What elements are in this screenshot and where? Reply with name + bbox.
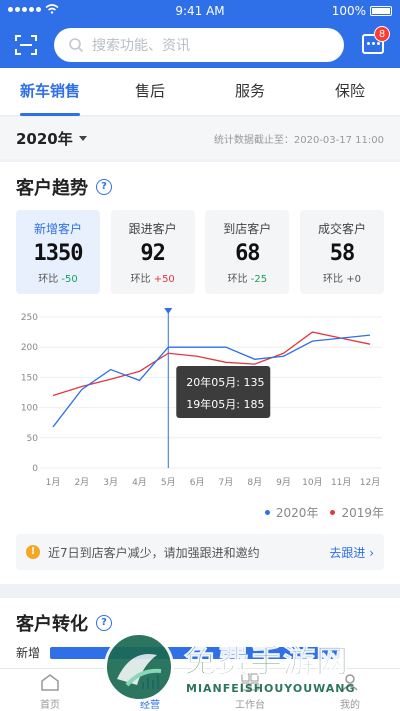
nav-label: 首页 (40, 700, 60, 711)
stat-label: 到店客户 (223, 222, 272, 236)
x-tick-label: 5月 (161, 477, 176, 488)
x-tick-label: 9月 (276, 477, 291, 488)
trend-title: 客户趋势 (16, 178, 88, 199)
message-badge: 8 (374, 26, 390, 42)
search-input[interactable]: 搜索功能、资讯 (54, 28, 344, 62)
section-title: 客户趋势 ? (16, 174, 112, 200)
year-value: 2020年 (16, 129, 73, 148)
trend-line-chart[interactable]: 0 50 100 150 200 250 1月 2月 3月 4月 5月 6月 7月 8月 9月 10月 11月 1… (0, 304, 400, 500)
search-icon (69, 38, 84, 53)
tab-service[interactable]: 服务 (200, 68, 300, 115)
scan-icon[interactable] (14, 33, 38, 57)
y-tick-label: 100 (21, 404, 38, 414)
site-watermark: 免费手游网 MIANFEISHOUYOUWANG (104, 632, 394, 708)
x-tick-label: 3月 (103, 477, 118, 488)
stat-followup-customers[interactable]: 跟进客户 92 环比 +50 (110, 210, 195, 294)
y-tick-label: 50 (27, 434, 39, 444)
data-as-of: 统计数据截止至：2020-03-17 11:00 (213, 134, 384, 146)
x-tick-label: 6月 (190, 477, 205, 488)
conversion-row-label: 新增 (16, 646, 41, 660)
y-tick-label: 250 (21, 313, 38, 323)
watermark-title: 免费手游网 (183, 642, 350, 681)
top-header: 搜索功能、资讯 (0, 22, 400, 68)
stat-value: 68 (235, 241, 261, 266)
y-tick-label: 150 (21, 373, 38, 383)
nav-home[interactable]: 首页 (0, 669, 100, 711)
stat-ratio: 环比 +50 (130, 274, 175, 285)
x-tick-label: 8月 (247, 477, 262, 488)
stat-new-customers[interactable]: 新增客户 1350 环比 -50 (16, 210, 100, 294)
year-selector[interactable]: 2020年 (16, 128, 87, 149)
watermark-logo (104, 632, 174, 702)
stat-label: 新增客户 (33, 222, 82, 236)
warning-icon: ! (26, 545, 40, 559)
cursor-marker (164, 308, 173, 314)
home-icon (41, 674, 59, 691)
help-icon[interactable]: ? (96, 615, 112, 631)
stat-label: 成交客户 (317, 222, 366, 236)
x-tick-label: 12月 (360, 477, 380, 488)
tab-insurance[interactable]: 保险 (300, 68, 400, 115)
x-tick-label: 10月 (302, 477, 322, 488)
alert-notice: ! 近7日到店客户减少，请加强跟进和邀约 去跟进 › (16, 534, 384, 570)
conversion-title: 客户转化 (16, 614, 88, 635)
watermark-subtitle: MIANFEISHOUYOUWANG (186, 682, 356, 695)
stat-label: 跟进客户 (128, 222, 177, 236)
search-placeholder: 搜索功能、资讯 (92, 38, 190, 54)
tooltip-line-2020: 20年05月: 135 (186, 375, 264, 389)
stat-ratio: 环比 +0 (323, 274, 361, 285)
legend-item-2020: 2020年 (264, 504, 318, 521)
stat-deal-customers[interactable]: 成交客户 58 环比 +0 (299, 210, 384, 294)
x-tick-label: 11月 (331, 477, 351, 488)
battery-percent: 100% (331, 4, 366, 18)
y-tick-label: 0 (32, 464, 38, 474)
stat-ratio: 环比 -50 (38, 274, 78, 285)
x-tick-label: 7月 (219, 477, 234, 488)
stat-value: 1350 (33, 241, 84, 266)
x-tick-label: 1月 (46, 477, 61, 488)
follow-up-link[interactable]: 去跟进 › (329, 544, 374, 561)
caret-down-icon (78, 135, 87, 141)
help-icon[interactable]: ? (96, 179, 112, 195)
customer-trend-card: 客户趋势 ? 新增客户 1350 环比 -50 跟进客户 92 环比 +50 到… (0, 162, 400, 584)
stat-value: 92 (140, 241, 166, 266)
tab-new-car-sales[interactable]: 新车销售 (0, 68, 100, 116)
notice-text: 近7日到店客户减少，请加强跟进和邀约 (48, 545, 260, 560)
x-tick-label: 4月 (132, 477, 147, 488)
chart-legend: 2020年 2019年 (264, 504, 384, 521)
category-tabs: 新车销售 售后 服务 保险 (0, 68, 400, 116)
tab-after-sales[interactable]: 售后 (100, 68, 200, 115)
section-title: 客户转化 ? (16, 610, 112, 636)
year-filter-bar: 2020年 统计数据截止至：2020-03-17 11:00 (0, 117, 400, 159)
stat-value: 58 (329, 241, 356, 266)
tooltip-line-2019: 19年05月: 185 (186, 397, 264, 411)
stat-ratio: 环比 -25 (227, 274, 268, 285)
battery-icon (370, 6, 392, 16)
y-tick-label: 200 (21, 343, 38, 353)
stat-visit-customers[interactable]: 到店客户 68 环比 -25 (205, 210, 290, 294)
stat-cards: 新增客户 1350 环比 -50 跟进客户 92 环比 +50 到店客户 68 … (16, 210, 384, 294)
legend-item-2019: 2019年 (330, 504, 384, 521)
x-tick-label: 2月 (74, 477, 89, 488)
status-bar: 9:41 AM 100% (0, 0, 400, 22)
battery-indicator: 100% (332, 4, 392, 18)
